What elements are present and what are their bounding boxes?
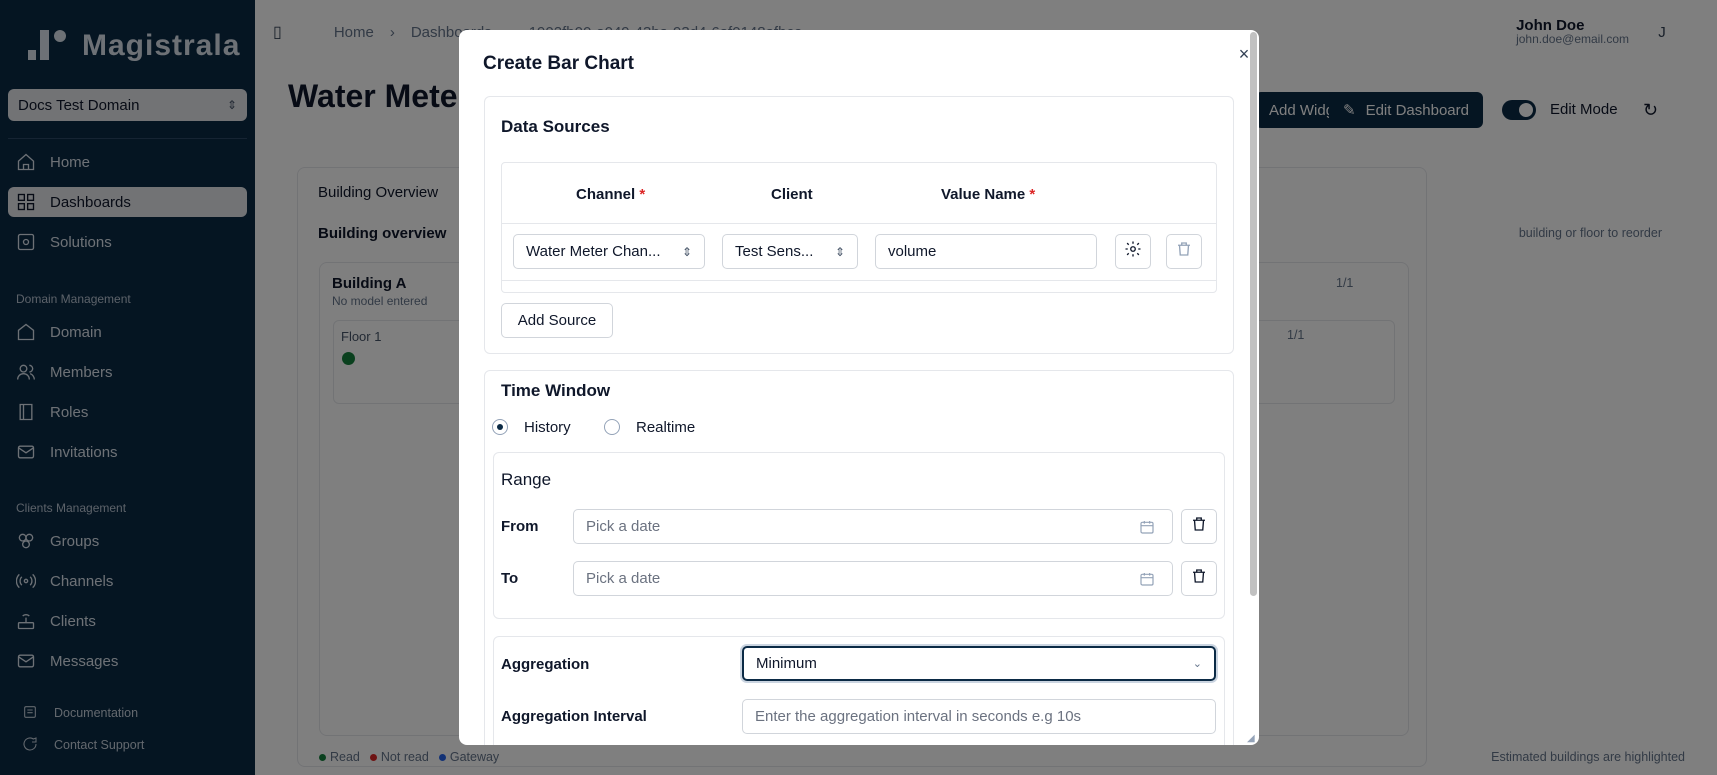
dialog-scrollbar[interactable] <box>1248 30 1259 745</box>
scrollbar-thumb[interactable] <box>1250 32 1257 596</box>
chevron-updown-icon: ⇕ <box>834 244 845 259</box>
table-divider <box>502 280 1216 281</box>
gear-icon <box>1124 240 1142 263</box>
table-divider <box>502 223 1216 224</box>
history-radio-label: History <box>524 419 571 436</box>
remove-source-button[interactable] <box>1166 234 1202 269</box>
add-source-button[interactable]: Add Source <box>501 303 613 338</box>
required-mark: * <box>639 186 646 203</box>
channel-select-value: Water Meter Chan... <box>526 243 661 260</box>
client-select[interactable]: Test Sens... ⇕ <box>722 234 858 269</box>
dialog-title: Create Bar Chart <box>483 53 634 74</box>
data-sources-title: Data Sources <box>501 117 610 136</box>
clear-to-button[interactable] <box>1181 561 1217 596</box>
time-window-title: Time Window <box>501 381 611 400</box>
trash-icon <box>1190 567 1208 590</box>
history-radio[interactable] <box>492 419 508 435</box>
realtime-radio[interactable] <box>604 419 620 435</box>
settings-button[interactable] <box>1115 234 1151 269</box>
realtime-radio-label: Realtime <box>636 419 696 436</box>
value-name-input[interactable]: volume <box>875 234 1097 269</box>
chevron-down-icon: ⌄ <box>1192 658 1202 670</box>
aggregation-interval-input[interactable]: Enter the aggregation interval in second… <box>742 699 1216 734</box>
from-label: From <box>501 518 539 535</box>
column-header-channel: Channel * <box>576 186 646 203</box>
to-date-input[interactable]: Pick a date <box>573 561 1173 596</box>
channel-select[interactable]: Water Meter Chan... ⇕ <box>513 234 705 269</box>
client-select-value: Test Sens... <box>735 243 814 260</box>
aggregation-label: Aggregation <box>501 656 590 673</box>
chevron-updown-icon: ⇕ <box>681 244 692 259</box>
calendar-icon <box>1139 571 1155 587</box>
required-mark: * <box>1029 186 1036 203</box>
aggregation-interval-label: Aggregation Interval <box>501 708 647 725</box>
data-sources-table <box>501 162 1217 293</box>
trash-icon <box>1175 240 1193 263</box>
clear-from-button[interactable] <box>1181 509 1217 544</box>
create-bar-chart-dialog: Create Bar Chart × Data Sources Channel … <box>459 30 1259 745</box>
from-date-input[interactable]: Pick a date <box>573 509 1173 544</box>
calendar-icon <box>1139 519 1155 535</box>
resize-grip-icon[interactable]: ◢ <box>1247 733 1255 744</box>
column-header-value-name: Value Name * <box>941 186 1036 203</box>
aggregation-select[interactable]: Minimum ⌄ <box>742 646 1216 681</box>
trash-icon <box>1190 515 1208 538</box>
to-label: To <box>501 570 519 587</box>
range-title: Range <box>501 470 552 489</box>
column-header-client: Client <box>771 186 813 203</box>
aggregation-select-value: Minimum <box>756 655 817 672</box>
